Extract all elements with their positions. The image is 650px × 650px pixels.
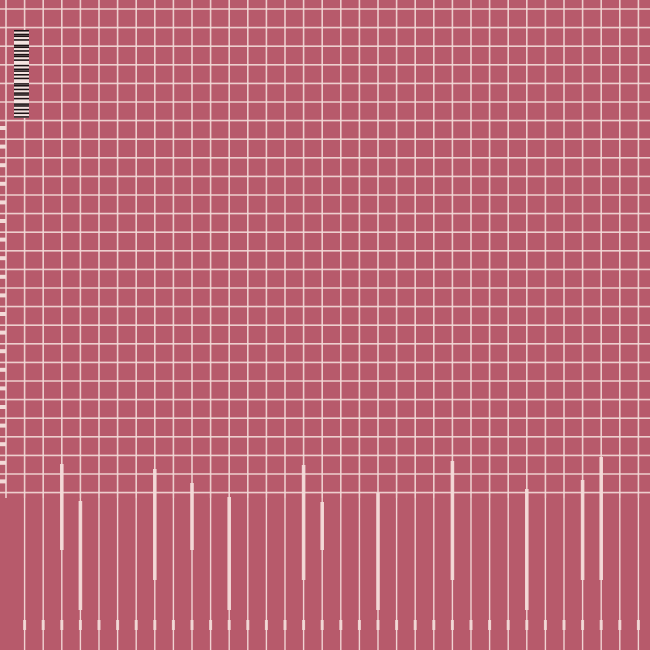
grid-pattern-canvas: [0, 0, 650, 650]
barcode-bar: [14, 88, 29, 91]
stripe-dash: [209, 620, 213, 630]
stripe-dash: [562, 620, 566, 630]
barcode-bar: [14, 33, 29, 36]
stripe-dash: [413, 620, 417, 630]
stripe-dash: [450, 620, 454, 630]
barcode-bar: [14, 83, 29, 85]
left-tick: [0, 349, 6, 354]
barcode-bar: [14, 53, 29, 56]
stripe-dash: [246, 620, 250, 630]
left-tick: [0, 200, 6, 205]
stripe-dash: [134, 620, 138, 630]
barcode-bar: [14, 92, 29, 94]
barcode-bar: [14, 50, 29, 52]
stripe-dash: [264, 620, 268, 630]
stripe-dash: [283, 620, 287, 630]
grid-pattern-artwork: [0, 0, 650, 650]
barcode-bar: [14, 74, 29, 76]
barcode-bar: [14, 35, 29, 38]
barcode-bar: [14, 39, 29, 41]
left-tick: [0, 274, 6, 279]
stripe-dash: [97, 620, 101, 630]
left-tick: [0, 312, 6, 316]
left-tick: [0, 163, 6, 168]
stripe-dash: [618, 620, 622, 630]
left-tick: [0, 423, 6, 428]
stripe-dash: [60, 620, 64, 630]
stripe-dash: [171, 620, 175, 630]
stripe-dash: [599, 620, 603, 630]
stripe-accent: [78, 501, 83, 610]
left-tick: [0, 442, 6, 447]
stripe-accent: [320, 502, 324, 550]
stripe-dash: [395, 620, 399, 630]
stripe-dash: [543, 620, 547, 630]
stripe-dash: [376, 620, 380, 630]
barcode-bar: [14, 103, 29, 105]
stripe-dash: [153, 620, 157, 630]
stripe-dash: [525, 620, 529, 630]
left-tick: [0, 219, 6, 223]
barcode-bar: [14, 55, 29, 58]
stripe-dash: [116, 620, 120, 630]
stripe-accent: [227, 497, 231, 610]
barcode-bar: [14, 70, 29, 72]
left-tick: [0, 367, 6, 372]
stripe-dash: [469, 620, 473, 630]
barcode-bar: [14, 116, 29, 118]
stripe-accent: [580, 480, 585, 580]
stripe-dash: [506, 620, 510, 630]
barcode-icon: [14, 30, 29, 118]
stripe-dash: [78, 620, 82, 630]
left-tick: [0, 144, 6, 149]
stripe-dash: [357, 620, 361, 630]
left-tick: [0, 460, 6, 465]
left-tick: [0, 479, 6, 484]
barcode-bar: [14, 94, 29, 96]
barcode-bar: [14, 112, 29, 115]
stripe-accent: [60, 464, 64, 550]
barcode-bar: [14, 30, 29, 32]
stripe-accent: [525, 489, 529, 610]
stripe-dash: [488, 620, 492, 630]
stripe-accent: [376, 493, 380, 610]
stripe-dash: [339, 620, 343, 630]
left-tick: [0, 330, 6, 335]
barcode-bar: [14, 77, 29, 80]
barcode-bar: [14, 46, 29, 49]
stripe-dash: [320, 620, 324, 630]
barcode-bar: [14, 108, 29, 111]
left-tick: [0, 237, 6, 242]
barcode-bar: [14, 59, 29, 61]
stripe-dash: [302, 620, 306, 630]
barcode-bar: [14, 44, 29, 47]
barcode-bar: [14, 68, 29, 71]
stripe-accent: [301, 465, 306, 580]
barcode-bar: [14, 97, 29, 100]
stripe-dash: [432, 620, 436, 630]
stripe-dash: [581, 620, 585, 630]
left-tick: [0, 405, 6, 409]
stripe-dash: [636, 620, 640, 630]
left-tick: [0, 293, 6, 298]
left-tick: [0, 256, 6, 261]
stripe-dash: [41, 620, 45, 630]
stripe-dash: [23, 620, 27, 630]
barcode-bar: [14, 105, 29, 107]
stripe-dash: [190, 620, 194, 630]
left-tick: [0, 181, 6, 186]
stripe-accent: [153, 469, 157, 580]
stripe-dash: [227, 620, 231, 630]
stripe-accent: [599, 457, 603, 580]
barcode-bar: [14, 64, 29, 67]
stripe-accent: [450, 461, 455, 580]
left-tick: [0, 126, 6, 130]
stripe-accent: [190, 483, 194, 550]
barcode-bar: [14, 85, 29, 87]
left-tick: [0, 386, 6, 391]
